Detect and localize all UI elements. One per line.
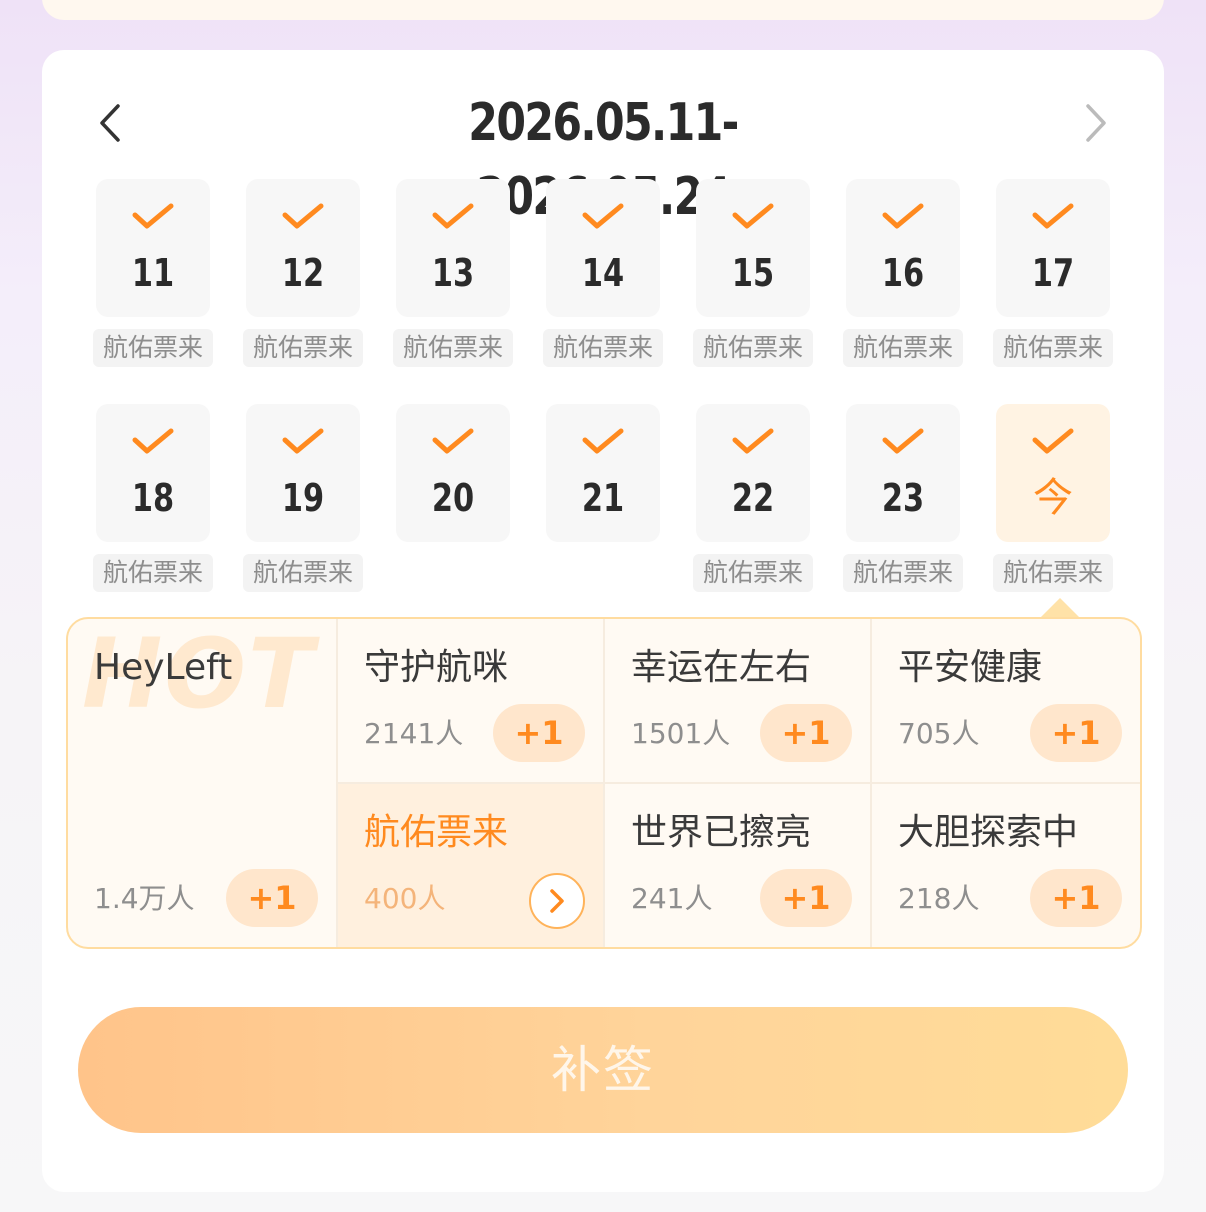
day-cell[interactable]: 17 航佑票来	[993, 179, 1113, 367]
day-number: 19	[281, 476, 325, 520]
card-count: 705人	[898, 717, 980, 750]
plus-one-button[interactable]: +1	[226, 869, 318, 927]
card-explore[interactable]: 大胆探索中 218人 +1	[872, 784, 1140, 947]
next-arrow-icon[interactable]	[1076, 98, 1116, 148]
day-number: 13	[431, 251, 475, 295]
plus-one-button[interactable]: +1	[1030, 869, 1122, 927]
plus-one-button[interactable]: +1	[493, 704, 585, 762]
card-title: 世界已擦亮	[631, 812, 812, 853]
card-title: HeyLeft	[94, 647, 233, 688]
day-cell[interactable]: 13 航佑票来	[393, 179, 513, 367]
day-tag: 航佑票来	[993, 329, 1113, 367]
day-cell[interactable]: 19 航佑票来	[243, 404, 363, 592]
check-icon	[882, 428, 924, 454]
day-number: 11	[131, 251, 175, 295]
card-title: 大胆探索中	[898, 812, 1079, 853]
card-title: 幸运在左右	[631, 647, 812, 688]
day-tag: 航佑票来	[693, 554, 813, 592]
card-ticket-selected[interactable]: 航佑票来 400人	[338, 784, 605, 947]
check-icon	[582, 203, 624, 229]
day-cell[interactable]: 14 航佑票来	[543, 179, 663, 367]
check-icon	[1032, 203, 1074, 229]
day-tag: 航佑票来	[243, 554, 363, 592]
card-heyleft[interactable]: HOT HeyLeft 1.4万人 +1	[68, 619, 338, 947]
plus-one-button[interactable]: +1	[760, 869, 852, 927]
day-cell[interactable]: 21	[546, 404, 660, 542]
day-cell[interactable]: 23 航佑票来	[843, 404, 963, 592]
plus-one-button[interactable]: +1	[760, 704, 852, 762]
card-title: 守护航咪	[364, 647, 509, 688]
check-icon	[432, 428, 474, 454]
day-number: 23	[881, 476, 925, 520]
check-icon	[732, 203, 774, 229]
day-number: 21	[581, 476, 625, 520]
wish-panel: HOT HeyLeft 1.4万人 +1 守护航咪 2141人 +1 幸运在左右…	[66, 617, 1142, 949]
card-luck[interactable]: 幸运在左右 1501人 +1	[605, 619, 872, 784]
prev-arrow-icon[interactable]	[90, 98, 130, 148]
check-icon	[882, 203, 924, 229]
check-icon	[282, 203, 324, 229]
day-number: 12	[281, 251, 325, 295]
card-title: 平安健康	[898, 647, 1043, 688]
check-icon	[1032, 428, 1074, 454]
day-cell[interactable]: 20	[396, 404, 510, 542]
card-count: 241人	[631, 882, 713, 915]
check-icon	[432, 203, 474, 229]
day-cell[interactable]: 15 航佑票来	[693, 179, 813, 367]
day-cell[interactable]: 22 航佑票来	[693, 404, 813, 592]
check-icon	[582, 428, 624, 454]
day-cell-today[interactable]: 今 航佑票来	[993, 404, 1113, 592]
check-icon	[132, 203, 174, 229]
day-tag: 航佑票来	[843, 554, 963, 592]
day-number: 22	[731, 476, 775, 520]
date-range-title: 2026.05.11-2026.05.24	[468, 93, 739, 227]
card-health[interactable]: 平安健康 705人 +1	[872, 619, 1140, 784]
card-title: 航佑票来	[364, 812, 509, 853]
plus-one-button[interactable]: +1	[1030, 704, 1122, 762]
day-cell[interactable]: 18 航佑票来	[93, 404, 213, 592]
day-number: 16	[881, 251, 925, 295]
day-number: 20	[431, 476, 475, 520]
check-icon	[732, 428, 774, 454]
day-cell[interactable]: 16 航佑票来	[843, 179, 963, 367]
day-tag: 航佑票来	[993, 554, 1113, 592]
day-tag: 航佑票来	[543, 329, 663, 367]
card-guard[interactable]: 守护航咪 2141人 +1	[338, 619, 605, 784]
makeup-checkin-button[interactable]: 补签	[78, 1007, 1128, 1133]
check-icon	[132, 428, 174, 454]
chevron-right-icon[interactable]	[529, 873, 585, 929]
day-tag: 航佑票来	[693, 329, 813, 367]
day-cell[interactable]: 12 航佑票来	[243, 179, 363, 367]
day-tag: 航佑票来	[93, 329, 213, 367]
card-count: 400人	[364, 882, 446, 915]
top-card	[42, 0, 1164, 20]
card-count: 1501人	[631, 717, 731, 750]
day-tag: 航佑票来	[843, 329, 963, 367]
day-number: 18	[131, 476, 175, 520]
card-count: 2141人	[364, 717, 464, 750]
day-number: 14	[581, 251, 625, 295]
check-icon	[282, 428, 324, 454]
day-tag: 航佑票来	[243, 329, 363, 367]
card-count: 1.4万人	[94, 882, 195, 915]
day-cell[interactable]: 11 航佑票来	[93, 179, 213, 367]
day-tag: 航佑票来	[93, 554, 213, 592]
day-number: 15	[731, 251, 775, 295]
day-number: 今	[1033, 475, 1073, 521]
day-number: 17	[1031, 251, 1075, 295]
card-count: 218人	[898, 882, 980, 915]
day-tag: 航佑票来	[393, 329, 513, 367]
card-world[interactable]: 世界已擦亮 241人 +1	[605, 784, 872, 947]
